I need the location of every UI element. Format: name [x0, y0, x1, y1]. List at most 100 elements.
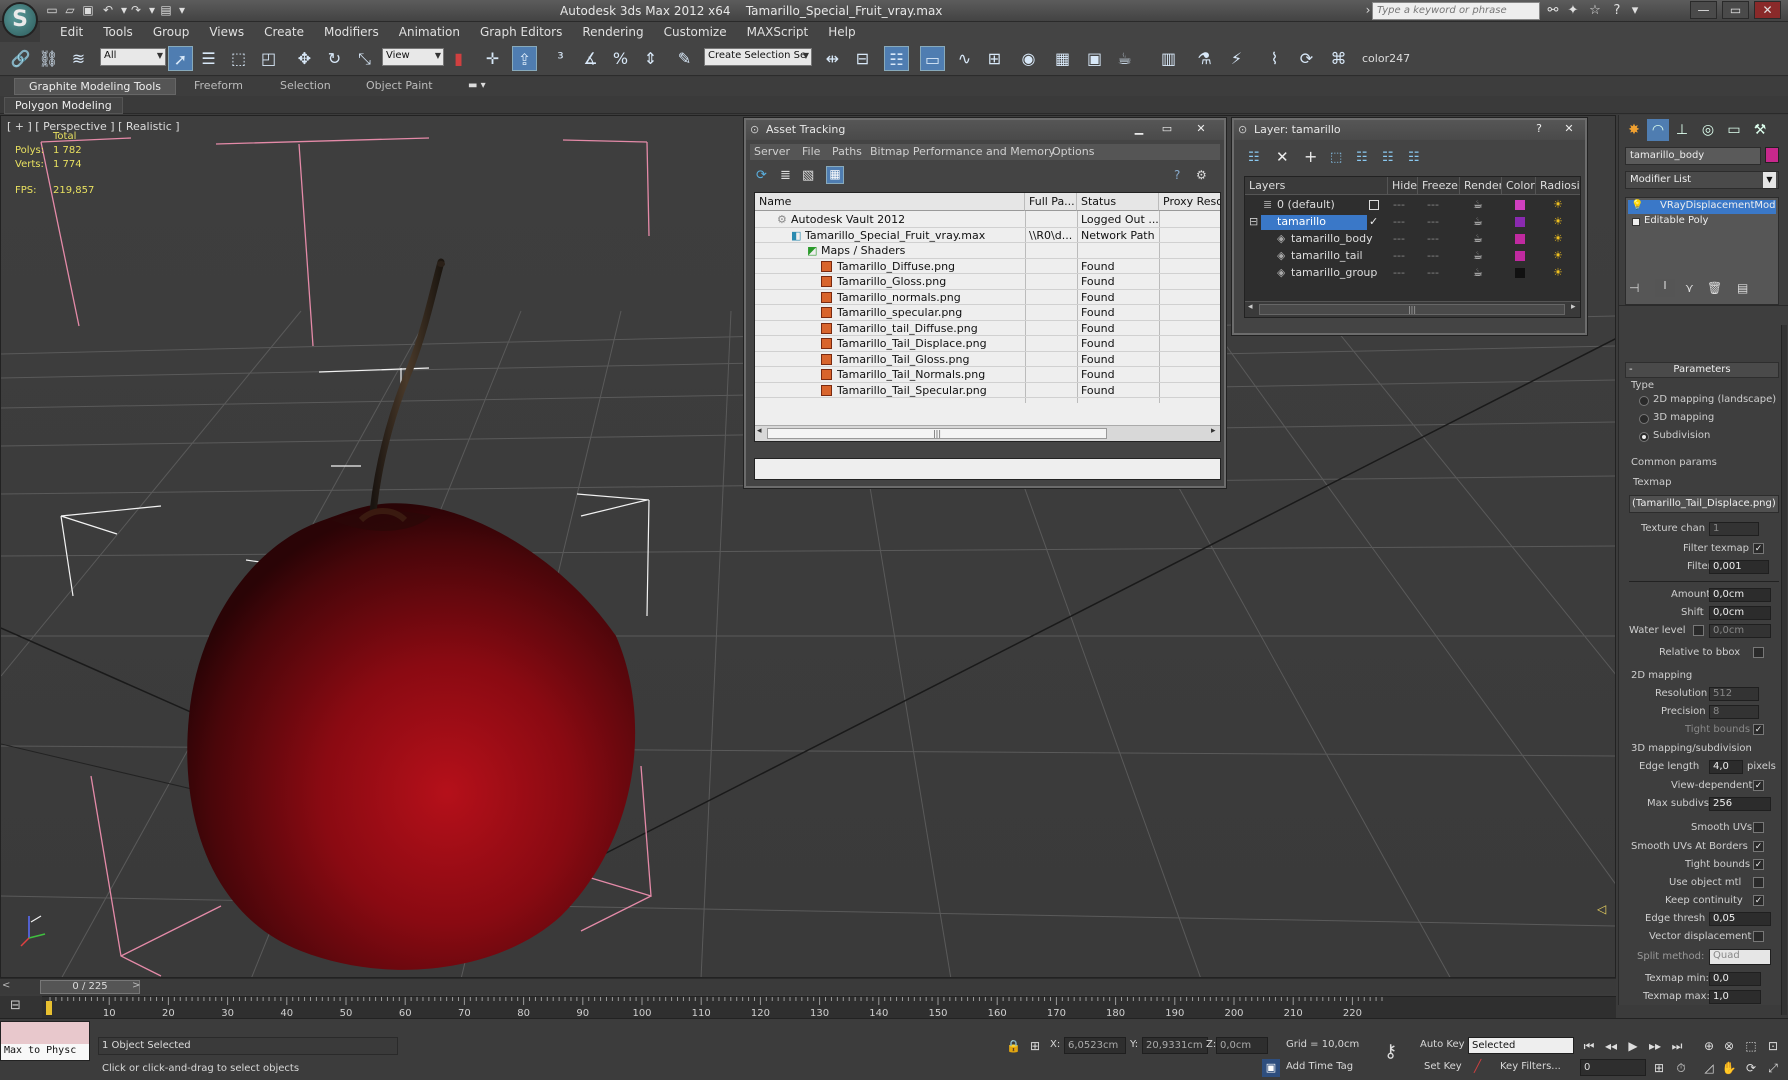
command-panel-scrollbar[interactable]: [1781, 325, 1787, 1015]
layer-color-swatch[interactable]: [1515, 234, 1525, 244]
col-full-path[interactable]: Full Pa...: [1025, 193, 1077, 211]
layer-color-swatch[interactable]: [1515, 200, 1525, 210]
current-layer-checkbox[interactable]: [1369, 200, 1379, 210]
edit-named-selection-icon[interactable]: ✎: [672, 46, 697, 71]
maximize-viewport-icon[interactable]: ⤢: [1764, 1059, 1782, 1077]
highlight-layer-icon[interactable]: ☷: [1356, 150, 1368, 165]
binoculars-icon[interactable]: ⚯: [1544, 2, 1562, 20]
percent-snap-icon[interactable]: %: [608, 46, 633, 71]
pin-stack-icon[interactable]: ⊣: [1629, 281, 1639, 295]
time-slider-right-icon[interactable]: >: [132, 980, 142, 993]
refresh-icon[interactable]: ⟳: [756, 168, 767, 183]
utilities-tab-icon[interactable]: ⚒: [1749, 119, 1771, 141]
radio-3d-mapping[interactable]: [1639, 414, 1649, 424]
color-tools-icon[interactable]: ⟳: [1294, 46, 1319, 71]
menu-maxscript[interactable]: MAXScript: [737, 25, 819, 39]
menu-modifiers[interactable]: Modifiers: [314, 25, 389, 39]
previous-frame-icon[interactable]: ◂◂: [1602, 1037, 1620, 1055]
table-row[interactable]: Tamarillo_Tail_Normals.png Found: [755, 367, 1220, 383]
water-level-checkbox[interactable]: [1693, 625, 1704, 636]
x-coordinate-field[interactable]: 6,0523cm: [1064, 1037, 1126, 1054]
time-slider-left-icon[interactable]: <: [2, 980, 12, 993]
reference-coordinate-dropdown[interactable]: View: [382, 48, 444, 66]
pan-view-icon[interactable]: ✋: [1720, 1059, 1738, 1077]
search-input[interactable]: Type a keyword or phrase: [1372, 2, 1540, 20]
table-row[interactable]: Tamarillo_Tail_Displace.png Found: [755, 336, 1220, 352]
modifier-list-dropdown[interactable]: Modifier List ▼: [1625, 171, 1779, 189]
col-render[interactable]: Render: [1460, 177, 1502, 195]
bind-space-warp-icon[interactable]: ≋: [66, 46, 91, 71]
graphite-toggle-icon[interactable]: ▭: [920, 46, 945, 71]
render-setup-icon[interactable]: ▦: [1050, 46, 1075, 71]
freeze-toggle[interactable]: ---: [1427, 214, 1439, 229]
save-icon[interactable]: ▣: [80, 3, 96, 18]
zoom-extents-icon[interactable]: ⬚: [1742, 1037, 1760, 1055]
tight-bounds-3d-checkbox[interactable]: ✓: [1753, 859, 1764, 870]
layer-row[interactable]: ≣ 0 (default) --- --- ☕ ☀: [1245, 197, 1580, 214]
list-view-icon[interactable]: ≣: [780, 168, 791, 183]
create-layer-icon[interactable]: ☷: [1248, 150, 1260, 165]
stack-item-editable-poly[interactable]: Editable Poly: [1628, 215, 1776, 229]
expand-icon[interactable]: [1632, 218, 1640, 226]
col-status[interactable]: Status: [1077, 193, 1159, 211]
zoom-icon[interactable]: ⊕: [1700, 1037, 1718, 1055]
table-row[interactable]: ◧ Tamarillo_Special_Fruit_vray.max \\R0\…: [755, 228, 1220, 243]
render-production-icon[interactable]: ☕: [1112, 46, 1137, 71]
configure-sets-icon[interactable]: ▤: [1737, 281, 1748, 295]
go-to-end-icon[interactable]: ⏭: [1668, 1037, 1686, 1055]
render-teapot-icon[interactable]: ☕: [1473, 265, 1483, 280]
select-and-link-icon[interactable]: 🔗: [8, 46, 33, 71]
vray-light-icon[interactable]: ⚡: [1224, 46, 1249, 71]
filter-blur-spinner[interactable]: 0,001: [1709, 560, 1769, 574]
tight-bounds-2d-checkbox[interactable]: ✓: [1753, 724, 1764, 735]
remove-modifier-icon[interactable]: 🗑: [1707, 281, 1722, 295]
view-dependent-checkbox[interactable]: ✓: [1753, 780, 1764, 791]
z-coordinate-field[interactable]: 0,0cm: [1216, 1037, 1268, 1054]
menu-edit[interactable]: Edit: [50, 25, 93, 39]
scale-icon[interactable]: ⤡: [352, 46, 377, 71]
ribbon-options-icon[interactable]: ▬ ▾: [468, 80, 486, 91]
named-selection-set-dropdown[interactable]: Create Selection Se: [704, 48, 812, 66]
field-of-view-icon[interactable]: ◿: [1700, 1059, 1718, 1077]
asset-help-icon[interactable]: ?: [1174, 168, 1180, 182]
freeze-toggle[interactable]: ---: [1427, 197, 1439, 212]
asset-menu-paths[interactable]: Paths: [832, 145, 862, 158]
qat-dropdown-icon[interactable]: ▾: [174, 3, 190, 18]
radiosity-icon[interactable]: ☀: [1553, 214, 1563, 229]
menu-create[interactable]: Create: [254, 25, 314, 39]
layer-row[interactable]: ◈ tamarillo_body --- --- ☕ ☀: [1245, 231, 1580, 248]
layer-color-swatch[interactable]: [1515, 217, 1525, 227]
col-hide[interactable]: Hide: [1388, 177, 1418, 195]
edge-length-spinner[interactable]: 4,0: [1709, 760, 1743, 774]
asset-menu-file[interactable]: File: [802, 145, 820, 158]
track-bar[interactable]: 10 20 30 40 50 60 70 80 90 100 110 120 130 140 150 160 1…: [42, 996, 1616, 1019]
col-name[interactable]: Name: [755, 193, 1025, 211]
minimize-button[interactable]: —: [1690, 1, 1717, 19]
col-proxy-res[interactable]: Proxy Reso: [1159, 193, 1220, 211]
angle-snap-icon[interactable]: ∡: [578, 46, 603, 71]
asset-maximize-button[interactable]: ▭: [1154, 121, 1180, 137]
relative-bbox-checkbox[interactable]: [1753, 647, 1764, 658]
filter-texmap-checkbox[interactable]: ✓: [1753, 543, 1764, 554]
radiosity-icon[interactable]: ☀: [1553, 231, 1563, 246]
select-object-icon[interactable]: ➚: [168, 46, 193, 71]
zoom-all-icon[interactable]: ⊗: [1720, 1037, 1738, 1055]
layer-hscrollbar[interactable]: ||| ◂ ▸: [1245, 301, 1580, 317]
add-to-layer-icon[interactable]: +: [1304, 147, 1317, 166]
asset-menu-bitmap[interactable]: Bitmap Performance and Memory: [870, 145, 1055, 158]
new-file-icon[interactable]: ▭: [44, 3, 60, 18]
tab-freeform[interactable]: Freeform: [180, 78, 257, 95]
texmap-min-spinner[interactable]: 0,0: [1709, 972, 1761, 986]
time-slider[interactable]: < 0 / 225 >: [0, 978, 1616, 994]
hide-toggle[interactable]: ---: [1393, 214, 1405, 229]
modify-tab-icon[interactable]: ◠: [1647, 119, 1669, 141]
viewport-label[interactable]: [ + ] [ Perspective ] [ Realistic ]: [7, 120, 180, 133]
unlink-icon[interactable]: ⛓: [36, 46, 61, 71]
curve-editor-icon[interactable]: ∿: [952, 46, 977, 71]
delete-layer-icon[interactable]: ✕: [1276, 148, 1289, 166]
radio-2d-mapping[interactable]: [1639, 396, 1649, 406]
asset-path-field[interactable]: [754, 458, 1221, 480]
absolute-mode-icon[interactable]: ⊞: [1030, 1039, 1040, 1053]
keyboard-shortcut-override-icon[interactable]: ⇪: [512, 46, 537, 71]
current-frame-field[interactable]: 0: [1580, 1059, 1646, 1076]
